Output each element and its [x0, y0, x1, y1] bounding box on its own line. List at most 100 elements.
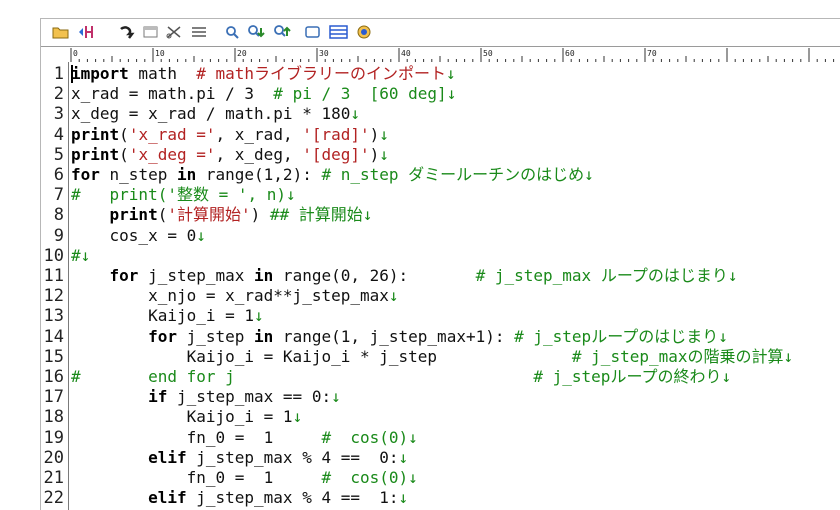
line-end-marker: ↓	[388, 286, 399, 306]
search-prev-icon[interactable]	[273, 23, 293, 41]
code-token: )	[250, 205, 270, 225]
line-number: 18	[43, 407, 64, 428]
line-number: 20	[43, 447, 64, 468]
code-token: for	[71, 165, 100, 184]
code-token: '[deg]'	[302, 144, 370, 164]
code-token: j_step_max % 4 == 0:	[186, 447, 399, 467]
code-token: )	[369, 124, 380, 144]
code-line[interactable]: 4 print('x_rad =', x_rad, '[rad]')↓	[41, 125, 840, 145]
code-line[interactable]: 22 elif j_step_max % 4 == 1:↓	[41, 488, 840, 508]
grid-icon[interactable]	[329, 23, 349, 41]
code-text: fn_0 = 1 # cos(0)↓	[71, 468, 418, 488]
code-line[interactable]: 11 for j_step_max in range(0, 26): # j_s…	[41, 266, 840, 286]
line-end-marker: ↓	[783, 346, 794, 366]
line-end-marker: ↓	[350, 104, 360, 124]
line-end-marker: ↓	[446, 84, 457, 104]
code-text: print('x_rad =', x_rad, '[rad]')↓	[71, 125, 389, 145]
code-text: for j_step in range(1, j_step_max+1): # …	[71, 327, 728, 347]
line-number: 4	[53, 124, 64, 145]
code-line[interactable]: 1 import math # mathライブラリーのインポート↓	[41, 64, 840, 84]
code-token: import	[71, 64, 129, 83]
code-line[interactable]: 6 for n_step in range(1,2): # n_step ダミール…	[41, 165, 840, 185]
wrap-icon[interactable]	[117, 23, 137, 41]
line-end-marker: ↓	[398, 488, 409, 508]
code-token: fn_0 = 1	[71, 427, 322, 447]
code-line[interactable]: 9 cos_x = 0↓	[41, 226, 840, 246]
code-line[interactable]: 14 for j_step in range(1, j_step_max+1):…	[41, 327, 840, 347]
line-number: 19	[43, 427, 64, 448]
code-line[interactable]: 19 fn_0 = 1 # cos(0)↓	[41, 428, 840, 448]
code-text: elif j_step_max % 4 == 0:↓	[71, 448, 408, 468]
line-end-marker: ↓	[292, 407, 303, 427]
code-token: 'x_deg ='	[128, 144, 216, 164]
list-icon[interactable]	[189, 23, 209, 41]
code-text: for j_step_max in range(0, 26): # j_step…	[71, 266, 738, 286]
code-token: x_njo = x_rad**j_step_max	[71, 286, 389, 306]
code-line[interactable]: 21 fn_0 = 1 # cos(0)↓	[41, 468, 840, 488]
code-line[interactable]: 12 x_njo = x_rad**j_step_max↓	[41, 286, 840, 306]
box-icon[interactable]	[303, 23, 323, 41]
code-token: # cos(0)	[321, 427, 409, 447]
line-number: 7	[53, 185, 64, 206]
ruler-label: 10	[155, 49, 165, 58]
code-token: print	[71, 144, 120, 164]
code-token: in	[254, 326, 274, 346]
code-line[interactable]: 13 Kaijo_i = 1↓	[41, 306, 840, 326]
line-end-marker: ↓	[408, 427, 418, 447]
code-token: fn_0 = 1	[71, 468, 322, 487]
code-token: j_step_max == 0:	[167, 387, 332, 407]
code-text: for n_step in range(1,2): # n_step ダミールー…	[71, 165, 594, 185]
code-token: Kaijo_i = 1	[71, 306, 255, 326]
code-token: # n_step ダミールーチンのはじめ	[321, 165, 585, 184]
window-icon[interactable]	[141, 23, 161, 41]
code-token: # j_stepループのはじまり	[514, 326, 719, 346]
code-line[interactable]: 18 Kaijo_i = 1↓	[41, 407, 840, 427]
cut-icon[interactable]	[165, 23, 185, 41]
code-token: ## 計算開始	[269, 205, 363, 225]
code-line[interactable]: 10 #↓	[41, 246, 840, 266]
code-line[interactable]: 5 print('x_deg =', x_deg, '[deg]')↓	[41, 145, 840, 165]
code-line[interactable]: 15 Kaijo_i = Kaijo_i * j_step # j_step_m…	[41, 347, 840, 367]
search-next-icon[interactable]	[247, 23, 267, 41]
line-end-marker: ↓	[80, 245, 91, 265]
code-token: , x_rad,	[215, 124, 303, 144]
code-line[interactable]: 17 if j_step_max == 0:↓	[41, 387, 840, 407]
code-line[interactable]: 20 elif j_step_max % 4 == 0:↓	[41, 448, 840, 468]
code-token: x_deg = x_rad / math.pi * 180	[71, 104, 351, 124]
code-token: print	[71, 124, 120, 144]
code-line[interactable]: 3 x_deg = x_rad / math.pi * 180↓	[41, 104, 840, 124]
line-end-marker: ↓	[721, 367, 732, 386]
code-token: j_step_max	[138, 266, 255, 285]
code-line[interactable]: 7 # print('整数 = ', n)↓	[41, 185, 840, 205]
line-number: 1	[53, 64, 64, 84]
code-token: (	[119, 124, 129, 144]
line-number: 9	[53, 225, 64, 246]
code-token: j_step_max % 4 == 1:	[186, 488, 399, 508]
code-line[interactable]: 8 print('計算開始') ## 計算開始↓	[41, 205, 840, 225]
code-token: 'x_rad ='	[128, 124, 216, 144]
line-number: 11	[43, 266, 64, 286]
code-token: print	[109, 205, 158, 225]
code-text: cos_x = 0↓	[71, 226, 206, 246]
code-line[interactable]: 16 # end for j # j_stepループの終わり↓	[41, 367, 840, 387]
code-token: Kaijo_i = Kaijo_i * j_step	[71, 346, 572, 366]
help-icon[interactable]	[355, 23, 375, 41]
line-end-marker: ↓	[379, 124, 389, 144]
bookmark-icon[interactable]	[77, 23, 97, 41]
line-number: 8	[53, 205, 64, 226]
code-token: j_step	[176, 326, 255, 346]
ruler-label: 60	[565, 49, 575, 58]
open-folder-icon[interactable]	[51, 23, 71, 41]
code-editor[interactable]: 1 import math # mathライブラリーのインポート↓ 2 x_rad =…	[41, 62, 840, 510]
code-text: fn_0 = 1 # cos(0)↓	[71, 428, 418, 448]
code-token: range(1, j_step_max+1):	[273, 326, 515, 346]
ruler-label: 0	[73, 49, 78, 58]
code-text: print('計算開始') ## 計算開始↓	[71, 205, 373, 225]
code-line[interactable]: 2 x_rad = math.pi / 3 # pi / 3 [60 deg]↓	[41, 84, 840, 104]
code-text: elif j_step_max % 4 == 1:↓	[71, 488, 408, 508]
code-text: if j_step_max == 0:↓	[71, 387, 341, 407]
search-icon[interactable]	[223, 23, 243, 41]
code-text: x_rad = math.pi / 3 # pi / 3 [60 deg]↓	[71, 84, 456, 104]
